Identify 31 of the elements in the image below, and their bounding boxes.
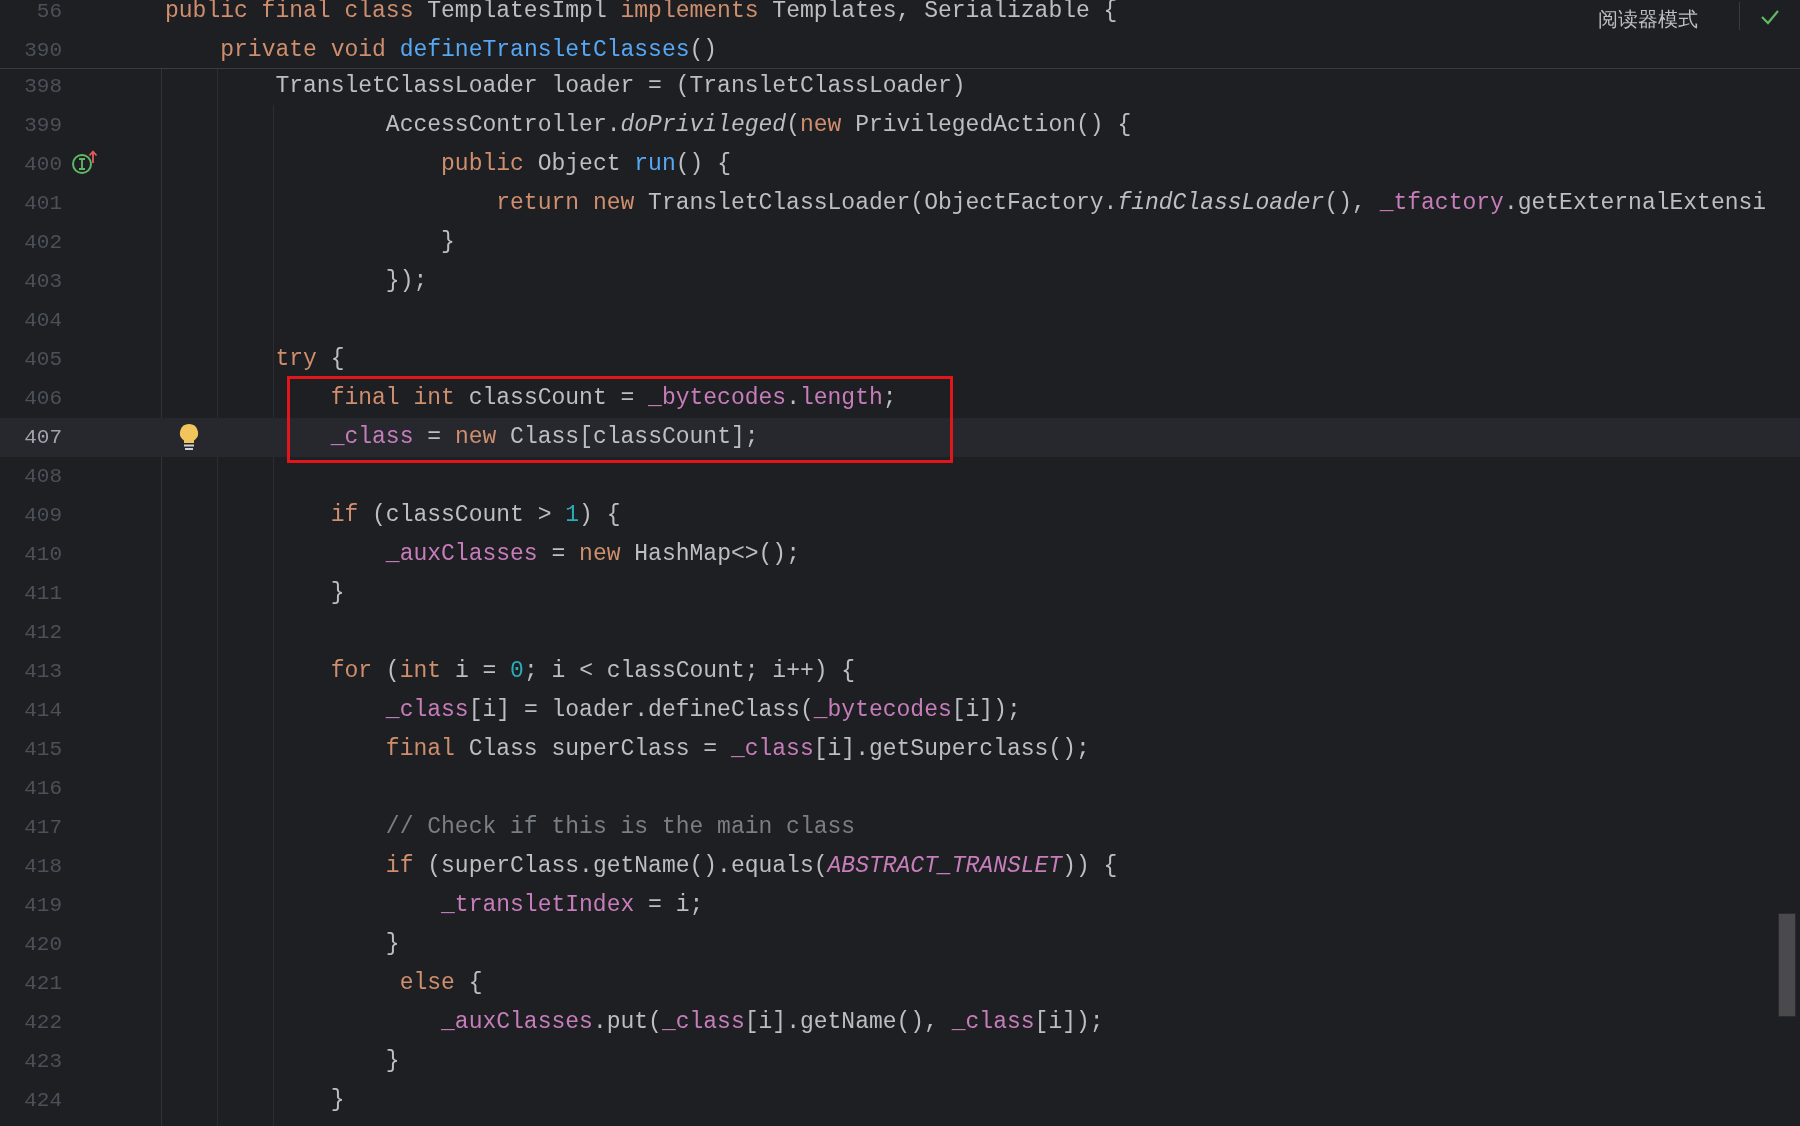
code-line: } [385, 930, 400, 959]
code-line: private void defineTransletClasses() [220, 36, 718, 65]
line-number: 407 [23, 425, 62, 451]
code-line: TransletClassLoader loader = (TransletClassLoader) [275, 72, 966, 101]
implements-marker-icon[interactable] [71, 149, 99, 175]
scrollbar-thumb[interactable] [1778, 913, 1796, 1017]
code-line: _auxClasses.put(_class[i].getName(), _class[i]); [441, 1008, 1104, 1037]
code-line: for (int i = 0; i < classCount; i++) { [330, 657, 856, 686]
code-line: AccessController.doPrivileged(new PrivilegedAction() { [385, 111, 1132, 140]
code-line: try { [275, 345, 345, 374]
code-line: public final class TemplatesImpl implements Templates, Serializable { [165, 0, 1118, 26]
code-line: } [441, 228, 455, 257]
code-line: final Class superClass = _class[i].getSuperclass(); [385, 735, 1090, 764]
code-line: // Check if this is the main class [385, 813, 856, 842]
code-line: _transletIndex = i; [441, 891, 704, 920]
code-line: public Object run() { [441, 150, 731, 179]
code-line: _class[i] = loader.defineClass(_bytecodes[i]); [385, 696, 1021, 725]
code-line: return new TransletClassLoader(ObjectFactory.findClassLoader(), _tfactory.getExternalExtensi [496, 189, 1767, 218]
code-line: else { [399, 969, 483, 998]
code-line: if (classCount > 1) { [330, 501, 621, 530]
check-icon[interactable] [1760, 8, 1780, 26]
code-line: final int classCount = _bytecodes.length; [330, 384, 897, 413]
code-line: if (superClass.getName().equals(ABSTRACT_TRANSLET)) { [385, 852, 1118, 881]
code-line: } [330, 579, 345, 608]
code-line: _auxClasses = new HashMap<>(); [385, 540, 800, 569]
lightbulb-icon[interactable] [179, 423, 199, 451]
code-line: _class = new Class[classCount]; [330, 423, 759, 452]
code-line: } [330, 1086, 345, 1115]
reader-mode-link[interactable]: 阅读器模式 [1598, 4, 1698, 34]
code-line: } [385, 1047, 400, 1076]
code-line: }); [385, 267, 428, 296]
